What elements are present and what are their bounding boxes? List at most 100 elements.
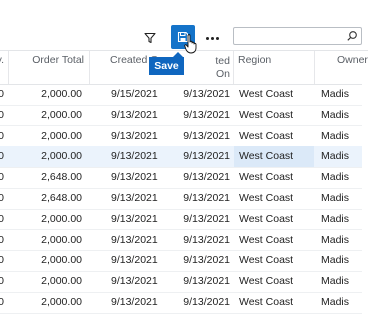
- cell-region[interactable]: West Coast: [234, 105, 314, 126]
- cell-owner[interactable]: Madis: [321, 230, 368, 251]
- cell-updated-on[interactable]: 9/13/2021: [182, 126, 230, 147]
- cell-region[interactable]: West Coast: [234, 146, 314, 167]
- column-header-region[interactable]: Region: [238, 51, 308, 84]
- search-field[interactable]: [233, 27, 362, 45]
- cell-updated-on[interactable]: 9/13/2021: [182, 230, 230, 251]
- table-row[interactable]: 0 2,000.00 9/13/2021 9/13/2021 West Coast Mad…: [0, 250, 368, 272]
- column-header-order-total[interactable]: Order Total: [9, 51, 84, 84]
- table-row[interactable]: 0 2,000.00 9/13/2021 9/13/2021 West Coast Mad…: [0, 105, 368, 127]
- cell-partial[interactable]: 0: [0, 250, 4, 271]
- table-row[interactable]: 0 2,648.00 9/13/2021 9/13/2021 West Coast Mad…: [0, 188, 368, 210]
- column-header-partial[interactable]: y.: [0, 51, 4, 84]
- top-area: [0, 0, 368, 22]
- cell-region[interactable]: West Coast: [234, 250, 314, 271]
- column-header-label-line2: On: [215, 68, 230, 80]
- cell-owner[interactable]: Madis: [321, 167, 368, 188]
- vertical-scrollbar[interactable]: [362, 84, 368, 320]
- cell-order-total[interactable]: 2,648.00: [9, 188, 82, 209]
- cell-created-on[interactable]: 9/13/2021: [111, 105, 181, 126]
- cell-partial[interactable]: 0: [0, 292, 4, 313]
- cell-order-total[interactable]: 2,000.00: [9, 250, 82, 271]
- cell-created-on[interactable]: 9/13/2021: [111, 209, 181, 230]
- cell-region[interactable]: West Coast: [234, 188, 314, 209]
- cell-region[interactable]: West Coast: [234, 84, 314, 105]
- cell-partial[interactable]: 0: [0, 230, 4, 251]
- cell-order-total[interactable]: 2,648.00: [9, 167, 82, 188]
- cell-created-on[interactable]: 9/13/2021: [111, 146, 181, 167]
- cell-partial[interactable]: 0: [0, 209, 4, 230]
- cell-owner[interactable]: Madis: [321, 250, 368, 271]
- cell-order-total[interactable]: 2,000.00: [9, 230, 82, 251]
- cell-updated-on[interactable]: 9/13/2021: [182, 188, 230, 209]
- column-divider[interactable]: [233, 51, 234, 84]
- cell-region[interactable]: West Coast: [234, 292, 314, 313]
- cell-created-on[interactable]: 9/13/2021: [111, 271, 181, 292]
- cell-owner[interactable]: Madis: [321, 84, 368, 105]
- cell-partial[interactable]: 0: [0, 84, 4, 105]
- search-input[interactable]: [238, 29, 342, 43]
- search-icon[interactable]: [346, 30, 358, 42]
- cell-order-total[interactable]: 2,000.00: [9, 105, 82, 126]
- cell-updated-on[interactable]: 9/13/2021: [182, 105, 230, 126]
- cell-updated-on[interactable]: 9/13/2021: [182, 250, 230, 271]
- cell-region[interactable]: West Coast: [234, 209, 314, 230]
- cell-updated-on[interactable]: 9/13/2021: [182, 292, 230, 313]
- filter-button[interactable]: [141, 30, 159, 46]
- more-options-button[interactable]: [203, 30, 221, 46]
- cell-region[interactable]: West Coast: [234, 230, 314, 251]
- column-divider[interactable]: [314, 51, 315, 84]
- cell-owner[interactable]: Madis: [321, 146, 368, 167]
- cell-partial[interactable]: 0: [0, 126, 4, 147]
- cell-updated-on[interactable]: 9/13/2021: [182, 167, 230, 188]
- table-row[interactable]: 0 2,000.00 9/15/2021 9/13/2021 West Coast Mad…: [0, 84, 368, 106]
- save-tooltip: Save: [149, 52, 184, 75]
- cell-partial[interactable]: 0: [0, 271, 4, 292]
- cell-created-on[interactable]: 9/13/2021: [111, 167, 181, 188]
- cell-owner[interactable]: Madis: [321, 188, 368, 209]
- column-header-updated-on[interactable]: ted On: [180, 51, 230, 84]
- column-header-label: Region: [238, 54, 272, 66]
- cell-region[interactable]: West Coast: [234, 271, 314, 292]
- cell-updated-on[interactable]: 9/13/2021: [182, 146, 230, 167]
- cell-order-total[interactable]: 2,000.00: [9, 126, 82, 147]
- cell-created-on[interactable]: 9/13/2021: [111, 230, 181, 251]
- cell-owner[interactable]: Madis: [321, 105, 368, 126]
- cell-order-total[interactable]: 2,000.00: [9, 209, 82, 230]
- cell-owner[interactable]: Madis: [321, 209, 368, 230]
- column-header-owner[interactable]: Owner: [337, 51, 368, 84]
- column-header-label: Owner: [337, 54, 368, 66]
- filter-icon: [144, 32, 156, 44]
- cell-region[interactable]: West Coast: [234, 167, 314, 188]
- cell-created-on[interactable]: 9/13/2021: [111, 250, 181, 271]
- cell-order-total[interactable]: 2,000.00: [9, 271, 82, 292]
- cell-created-on[interactable]: 9/13/2021: [111, 188, 181, 209]
- cell-order-total[interactable]: 2,000.00: [9, 146, 82, 167]
- hand-cursor-icon: [184, 34, 197, 54]
- table-bottom: [0, 320, 368, 331]
- cell-created-on[interactable]: 9/15/2021: [111, 84, 181, 105]
- cell-partial[interactable]: 0: [0, 188, 4, 209]
- cell-partial[interactable]: 0: [0, 167, 4, 188]
- cell-created-on[interactable]: 9/13/2021: [111, 292, 181, 313]
- cell-partial[interactable]: 0: [0, 105, 4, 126]
- table-row[interactable]: 0 2,000.00 9/13/2021 9/13/2021 West Coast Mad…: [0, 230, 368, 252]
- cell-owner[interactable]: Madis: [321, 126, 368, 147]
- cell-updated-on[interactable]: 9/13/2021: [182, 84, 230, 105]
- cell-updated-on[interactable]: 9/13/2021: [182, 209, 230, 230]
- table-row[interactable]: 0 2,000.00 9/13/2021 9/13/2021 West Coast Mad…: [0, 146, 368, 168]
- cell-updated-on[interactable]: 9/13/2021: [182, 271, 230, 292]
- cell-order-total[interactable]: 2,000.00: [9, 84, 82, 105]
- table-row[interactable]: 0 2,000.00 9/13/2021 9/13/2021 West Coast Mad…: [0, 126, 368, 148]
- table-row[interactable]: 0 2,000.00 9/13/2021 9/13/2021 West Coast Mad…: [0, 209, 368, 231]
- column-header-label: y.: [0, 54, 4, 66]
- table-row[interactable]: 0 2,648.00 9/13/2021 9/13/2021 West Coast Mad…: [0, 167, 368, 189]
- table-row[interactable]: 0 2,000.00 9/13/2021 9/13/2021 West Coast Mad…: [0, 292, 368, 314]
- cell-region[interactable]: West Coast: [234, 126, 314, 147]
- cell-created-on[interactable]: 9/13/2021: [111, 126, 181, 147]
- cell-order-total[interactable]: 2,000.00: [9, 292, 82, 313]
- cell-owner[interactable]: Madis: [321, 271, 368, 292]
- table-row[interactable]: 0 2,000.00 9/13/2021 9/13/2021 West Coast Mad…: [0, 271, 368, 293]
- cell-partial[interactable]: 0: [0, 146, 4, 167]
- column-divider[interactable]: [89, 51, 90, 84]
- cell-owner[interactable]: Madis: [321, 292, 368, 313]
